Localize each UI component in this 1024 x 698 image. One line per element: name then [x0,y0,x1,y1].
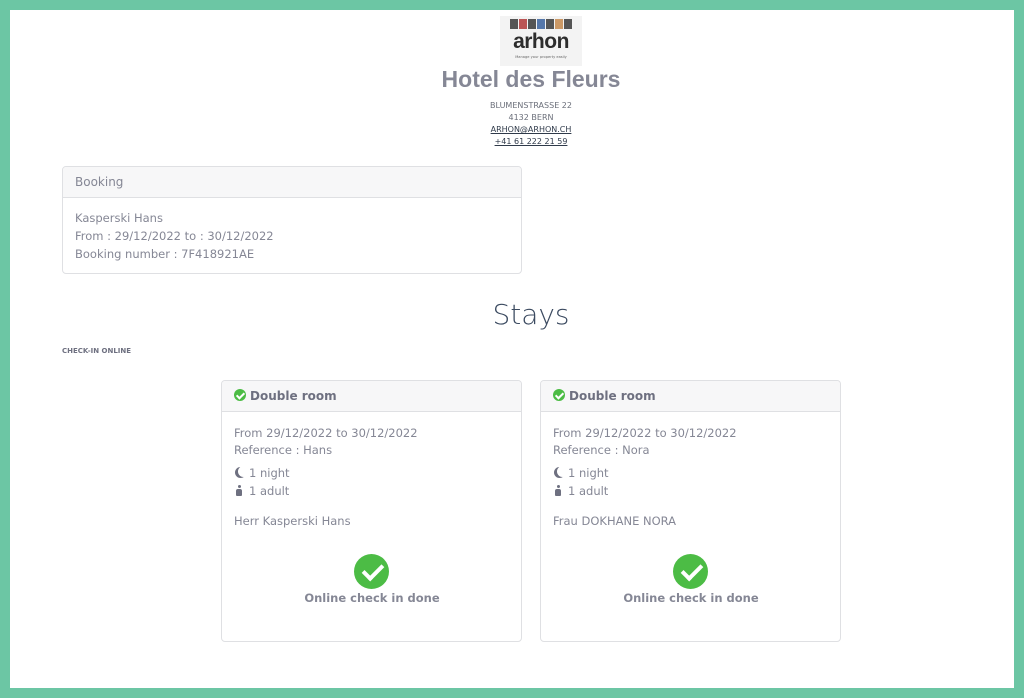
booking-dates: From : 29/12/2022 to : 30/12/2022 [75,229,274,243]
stays-title: Stays [492,298,570,331]
stay-dates: From 29/12/2022 to 30/12/2022 [553,426,737,440]
stay-nights: 1 night [568,466,609,480]
arhon-logo: arhon Manage your property easily [500,16,582,66]
moon-icon [554,467,565,478]
booking-card: Booking Kasperski Hans From : 29/12/2022… [62,166,522,274]
moon-icon [235,467,246,478]
stay-guest-name: Herr Kasperski Hans [234,514,351,528]
person-icon [555,485,561,496]
person-icon [236,485,242,496]
stay-card: Double room From 29/12/2022 to 30/12/202… [221,380,522,642]
stay-room-type: Double room [569,389,656,403]
check-circle-icon [354,554,389,589]
hotel-phone-link[interactable]: +41 61 222 21 59 [10,137,1024,146]
booking-number: Booking number : 7F418921AE [75,247,255,261]
hotel-name: Hotel des Fleurs [441,66,621,92]
stay-guest-name: Frau DOKHANE NORA [553,514,677,528]
stay-nights: 1 night [249,466,290,480]
hotel-city: 4132 BERN [508,113,554,122]
checkin-online-label: CHECK-IN ONLINE [62,347,132,355]
check-circle-icon [673,554,708,589]
logo-buildings-icon [510,19,572,29]
checkin-status: Online check in done [623,591,759,605]
stay-adults: 1 adult [249,484,290,498]
booking-card-header: Booking [63,167,521,198]
logo-wordmark: arhon [513,30,569,53]
stay-adults: 1 adult [568,484,609,498]
logo-tagline: Manage your property easily [515,55,567,59]
stay-reference: Reference : Nora [553,443,650,457]
stay-room-type: Double room [250,389,337,403]
stay-card-header: Double room [222,381,521,412]
stay-card: Double room From 29/12/2022 to 30/12/202… [540,380,841,642]
stay-dates: From 29/12/2022 to 30/12/2022 [234,426,418,440]
stay-card-header: Double room [541,381,840,412]
hotel-street: BLUMENSTRASSE 22 [490,101,572,110]
checkin-status: Online check in done [304,591,440,605]
check-circle-icon [553,389,565,401]
check-circle-icon [234,389,246,401]
stay-reference: Reference : Hans [234,443,333,457]
booking-guest-name: Kasperski Hans [75,211,163,225]
hotel-email-link[interactable]: ARHON@ARHON.CH [10,125,1024,134]
page: arhon Manage your property easily Hotel … [10,10,1014,688]
